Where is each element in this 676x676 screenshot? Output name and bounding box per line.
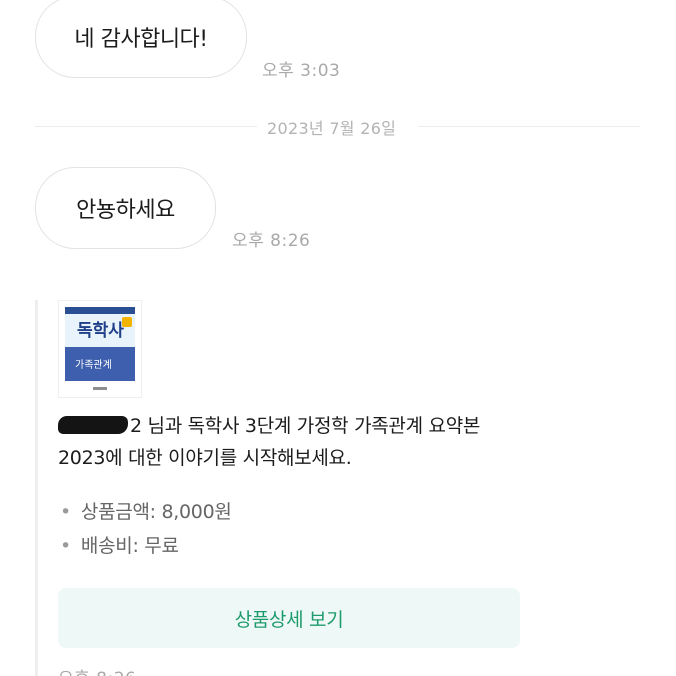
cover-publisher-mark (93, 387, 107, 390)
divider (35, 126, 257, 127)
date-separator: 2023년 7월 26일 (35, 114, 640, 138)
divider (418, 126, 640, 127)
chat-screen: 네 감사합니다! 오후 3:03 2023년 7월 26일 안뇽하세요 오후 8… (0, 0, 676, 676)
card-rule (35, 300, 38, 676)
shipping-label: 배송비: 무료 (80, 535, 179, 557)
message-text: 네 감사합니다! (74, 27, 208, 52)
shipping-info: • 배송비: 무료 (60, 531, 179, 558)
product-thumbnail[interactable]: 독학사 가족관계 (58, 300, 142, 398)
message-text: 안뇽하세요 (76, 198, 175, 223)
cover-badge (122, 317, 132, 327)
message-time: 오후 8:26 (58, 664, 136, 676)
cover-subtitle: 가족관계 (75, 360, 112, 371)
message-bubble: 네 감사합니다! (35, 0, 247, 78)
view-product-detail-button[interactable]: 상품상세 보기 (58, 588, 520, 648)
product-description: 2 님과 독학사 3단계 가정학 가족관계 요약본 2023에 대한 이야기를 … (58, 410, 508, 474)
button-label: 상품상세 보기 (234, 608, 344, 631)
message-bubble: 안뇽하세요 (35, 167, 216, 249)
cover-title: 독학사 (77, 321, 124, 341)
bullet-icon: • (60, 535, 71, 557)
redacted-username (58, 416, 128, 434)
message-time: 오후 3:03 (262, 61, 341, 81)
message-time: 오후 8:26 (232, 231, 311, 251)
bullet-icon: • (60, 501, 71, 523)
price-label: 상품금액: 8,000원 (80, 501, 232, 523)
price-info: • 상품금액: 8,000원 (60, 497, 232, 524)
cover-band (65, 307, 135, 314)
date-label: 2023년 7월 26일 (267, 119, 397, 138)
